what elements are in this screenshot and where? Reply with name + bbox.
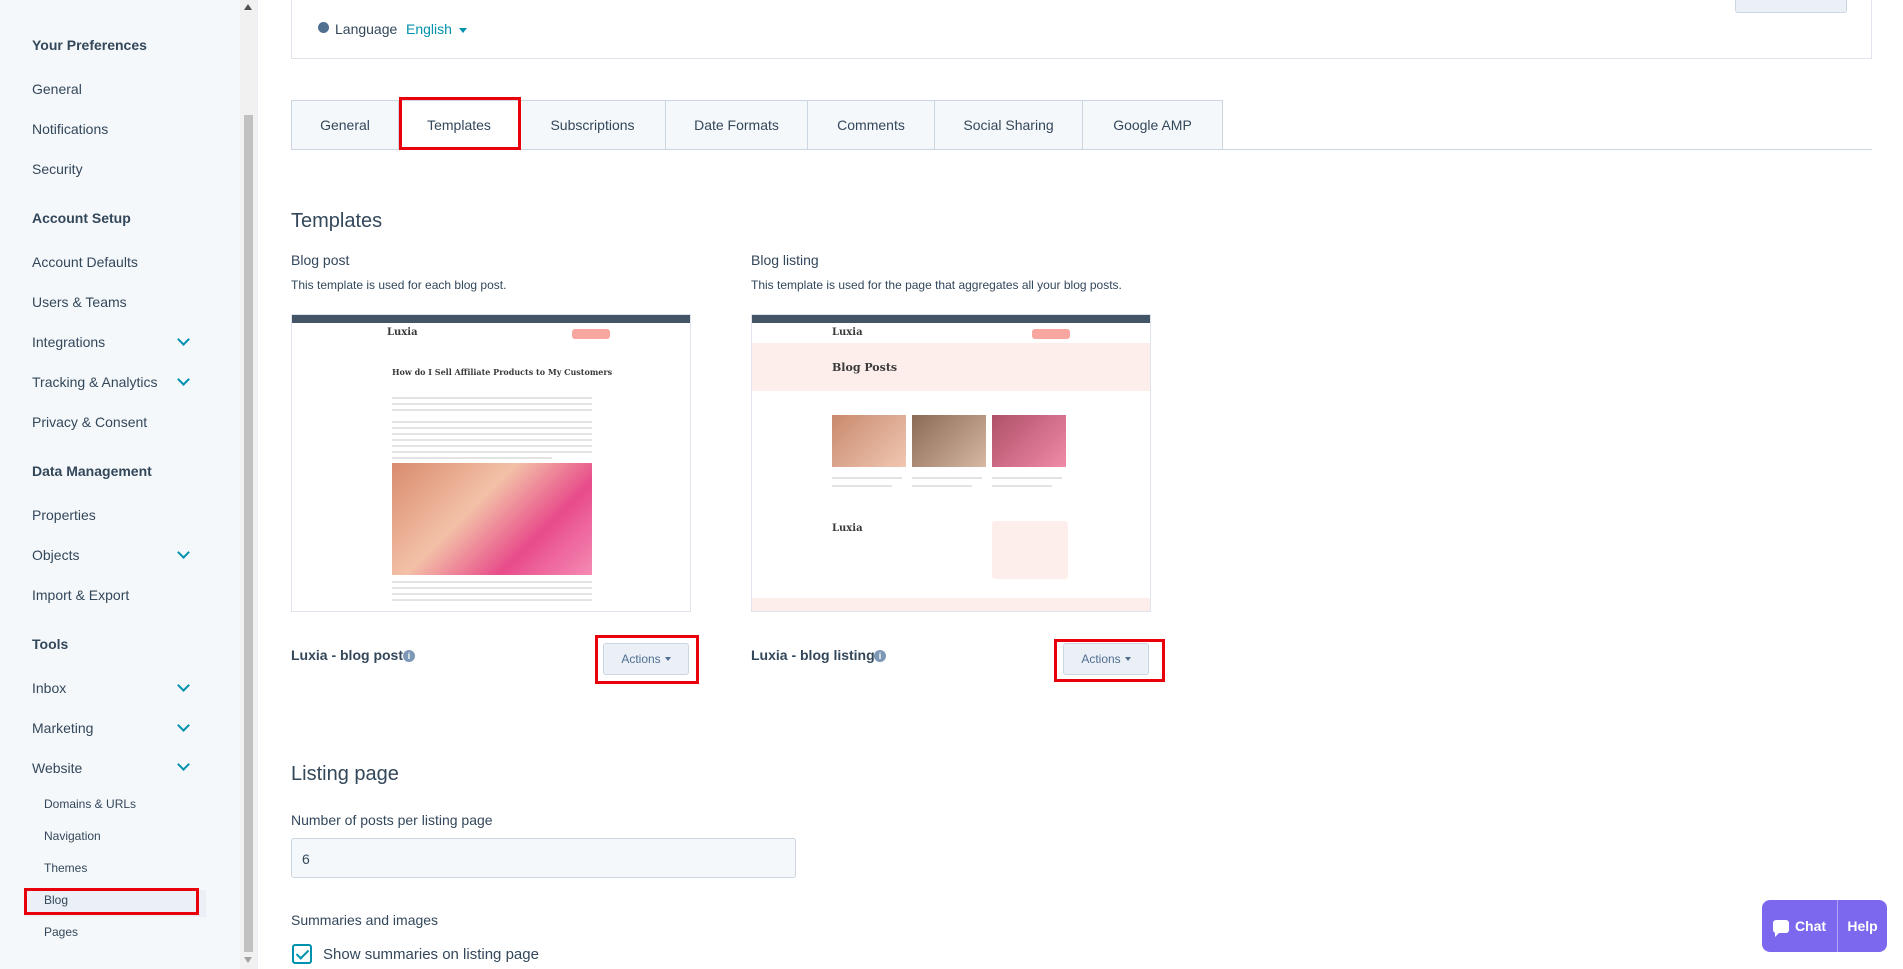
scrollbar-thumb[interactable] xyxy=(244,115,253,952)
sidebar-item-notifications[interactable]: Notifications xyxy=(32,121,108,137)
chat-button[interactable]: Chat xyxy=(1762,900,1838,952)
blog-post-preview[interactable]: Luxia How do I Sell Affiliate Products t… xyxy=(291,314,691,612)
blog-listing-preview[interactable]: Luxia Blog Posts Luxia xyxy=(751,314,1151,612)
posts-per-page-input[interactable]: 6 xyxy=(291,838,796,878)
chat-bubble-icon xyxy=(1772,919,1789,937)
tab-google-amp[interactable]: Google AMP xyxy=(1083,100,1223,150)
highlight-box-templates-tab xyxy=(399,97,521,150)
info-icon[interactable]: i xyxy=(403,650,415,662)
sidebar-item-account-defaults[interactable]: Account Defaults xyxy=(32,254,138,270)
preview-logo: Luxia xyxy=(832,327,863,338)
chevron-down-icon[interactable] xyxy=(177,333,190,346)
chevron-down-icon[interactable] xyxy=(177,546,190,559)
highlight-box-blog-post-actions xyxy=(595,635,699,684)
sidebar-item-website[interactable]: Website xyxy=(32,760,82,776)
settings-sidebar: Your Preferences General Notifications S… xyxy=(0,0,240,969)
tab-general[interactable]: General xyxy=(291,100,399,150)
preview-post-title: How do I Sell Affiliate Products to My C… xyxy=(392,367,613,377)
blog-post-help: This template is used for each blog post… xyxy=(291,278,507,292)
preview-listing-title: Blog Posts xyxy=(832,361,898,374)
sidebar-item-integrations[interactable]: Integrations xyxy=(32,334,105,350)
sidebar-subitem-pages[interactable]: Pages xyxy=(44,925,78,939)
summaries-images-label: Summaries and images xyxy=(291,912,439,928)
posts-per-page-label: Number of posts per listing page xyxy=(291,812,493,828)
language-card xyxy=(291,0,1872,59)
sidebar-scrollbar[interactable] xyxy=(240,0,257,969)
help-button[interactable]: Help xyxy=(1838,900,1887,952)
sidebar-item-inbox[interactable]: Inbox xyxy=(32,680,66,696)
sidebar-item-marketing[interactable]: Marketing xyxy=(32,720,93,736)
tab-date-formats[interactable]: Date Formats xyxy=(666,100,808,150)
show-summaries-label[interactable]: Show summaries on listing page xyxy=(323,946,539,963)
blog-listing-help: This template is used for the page that … xyxy=(751,278,1122,292)
chevron-up-icon[interactable] xyxy=(177,758,190,771)
sidebar-item-tracking-analytics[interactable]: Tracking & Analytics xyxy=(32,374,158,390)
tab-comments[interactable]: Comments xyxy=(808,100,935,150)
sidebar-item-users-teams[interactable]: Users & Teams xyxy=(32,294,127,310)
highlight-box-blog xyxy=(24,888,199,915)
caret-down-icon[interactable] xyxy=(459,28,467,33)
language-label: Language xyxy=(335,21,398,37)
sidebar-section-tools: Tools xyxy=(32,636,69,652)
sidebar-subitem-domains[interactable]: Domains & URLs xyxy=(44,797,136,811)
sidebar-item-properties[interactable]: Properties xyxy=(32,507,96,523)
sidebar-section-data-management: Data Management xyxy=(32,463,152,479)
preview-image xyxy=(392,463,592,575)
chat-help-widget: Chat Help xyxy=(1762,900,1887,952)
scroll-up-arrow-icon[interactable] xyxy=(244,4,252,10)
sidebar-subitem-navigation[interactable]: Navigation xyxy=(44,829,101,843)
scroll-down-arrow-icon[interactable] xyxy=(244,957,252,963)
sidebar-item-general[interactable]: General xyxy=(32,81,82,97)
info-icon[interactable]: i xyxy=(874,650,886,662)
sidebar-item-objects[interactable]: Objects xyxy=(32,547,79,563)
tabs-underline xyxy=(291,149,1872,150)
chevron-down-icon[interactable] xyxy=(177,373,190,386)
sidebar-item-security[interactable]: Security xyxy=(32,161,83,177)
globe-icon xyxy=(318,22,329,33)
show-summaries-checkbox[interactable] xyxy=(292,944,312,964)
templates-heading: Templates xyxy=(291,210,383,232)
language-dropdown[interactable]: English xyxy=(406,21,452,37)
blog-listing-template-name: Luxia - blog listing xyxy=(751,647,875,663)
sidebar-subitem-themes[interactable]: Themes xyxy=(44,861,87,875)
sidebar-section-account-setup: Account Setup xyxy=(32,210,131,226)
blog-listing-label: Blog listing xyxy=(751,252,819,268)
sidebar-section-preferences: Your Preferences xyxy=(32,37,147,53)
blog-post-template-name: Luxia - blog post xyxy=(291,647,403,663)
blog-post-label: Blog post xyxy=(291,252,350,268)
tab-subscriptions[interactable]: Subscriptions xyxy=(520,100,666,150)
highlight-box-blog-listing-actions xyxy=(1054,639,1165,682)
preview-logo: Luxia xyxy=(387,327,418,338)
sidebar-item-privacy-consent[interactable]: Privacy & Consent xyxy=(32,414,147,430)
divider xyxy=(257,0,258,969)
top-action-button[interactable] xyxy=(1735,0,1847,13)
chevron-down-icon[interactable] xyxy=(177,679,190,692)
tab-social-sharing[interactable]: Social Sharing xyxy=(935,100,1083,150)
chevron-down-icon[interactable] xyxy=(177,719,190,732)
sidebar-item-import-export[interactable]: Import & Export xyxy=(32,587,129,603)
listing-page-heading: Listing page xyxy=(291,763,399,785)
